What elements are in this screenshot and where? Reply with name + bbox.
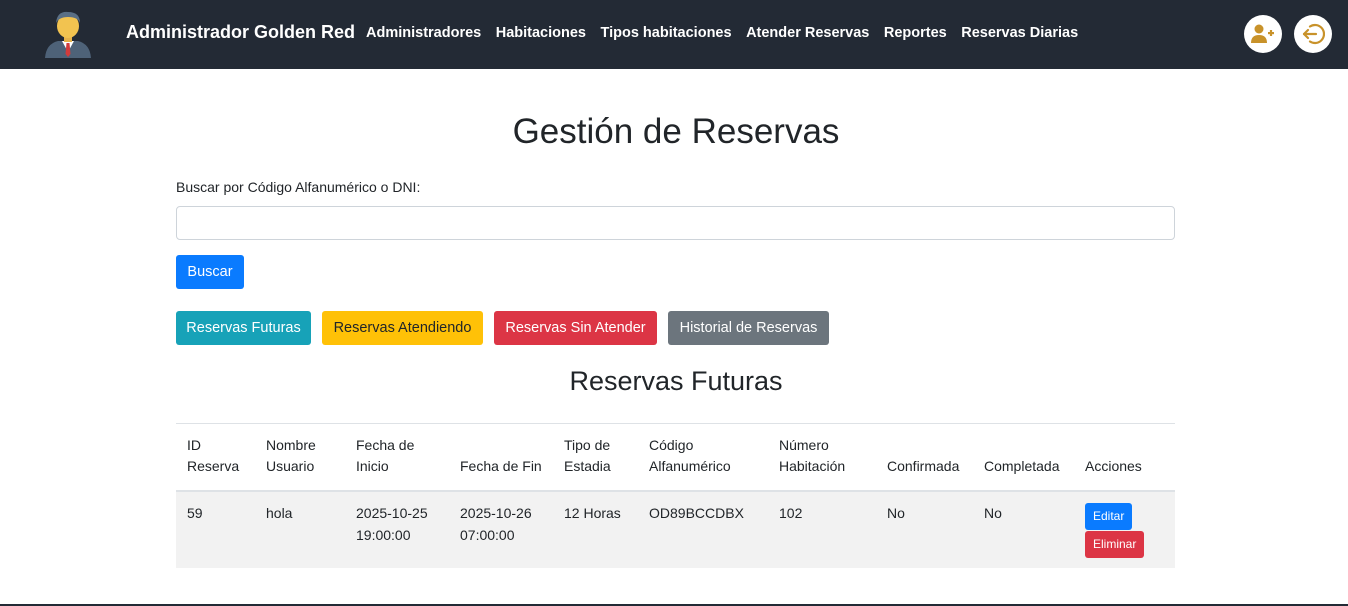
nav-link-reservas-diarias[interactable]: Reservas Diarias bbox=[961, 25, 1078, 41]
logout-button[interactable] bbox=[1294, 15, 1332, 53]
logout-icon bbox=[1302, 23, 1325, 45]
header-user: Nombre Usuario bbox=[255, 423, 345, 492]
search-input[interactable] bbox=[176, 206, 1175, 240]
cell-actions: Editar Eliminar bbox=[1074, 491, 1175, 568]
cell-stay: 12 Horas bbox=[553, 491, 638, 568]
delete-button[interactable]: Eliminar bbox=[1085, 531, 1145, 558]
header-stay: Tipo de Estadia bbox=[553, 423, 638, 492]
cell-room: 102 bbox=[768, 491, 876, 568]
header-confirmed: Confirmada bbox=[876, 423, 973, 492]
cell-start: 2025-10-25 19:00:00 bbox=[345, 491, 449, 568]
nav-links: Administradores Habitaciones Tipos habit… bbox=[366, 25, 1093, 41]
search-button[interactable]: Buscar bbox=[176, 255, 244, 289]
cell-end: 2025-10-26 07:00:00 bbox=[449, 491, 553, 568]
nav-link-atender-reservas[interactable]: Atender Reservas bbox=[746, 25, 869, 41]
header-completed: Completada bbox=[973, 423, 1074, 492]
reservation-history-button[interactable]: Historial de Reservas bbox=[668, 311, 829, 345]
top-navbar: Administrador Golden Red Administradores… bbox=[0, 0, 1348, 69]
edit-button[interactable]: Editar bbox=[1085, 503, 1133, 530]
nav-link-tipos-habitaciones[interactable]: Tipos habitaciones bbox=[600, 25, 731, 41]
cell-id: 59 bbox=[176, 491, 255, 568]
header-id: ID Reserva bbox=[176, 423, 255, 492]
section-title: Reservas Futuras bbox=[569, 366, 783, 396]
reservations-table: ID Reserva Nombre Usuario Fecha de Inicio F… bbox=[176, 423, 1175, 568]
table-row: 59 hola 2025-10-25 19:00:00 2025-10-26 07:… bbox=[176, 491, 1175, 568]
page-title: Gestión de Reservas bbox=[512, 112, 840, 151]
nav-link-reportes[interactable]: Reportes bbox=[884, 25, 947, 41]
reservations-table-container: ID Reserva Nombre Usuario Fecha de Inicio F… bbox=[176, 423, 1175, 568]
header-actions: Acciones bbox=[1074, 423, 1175, 492]
cell-user: hola bbox=[255, 491, 345, 568]
nav-link-habitaciones[interactable]: Habitaciones bbox=[496, 25, 586, 41]
future-reservations-button[interactable]: Reservas Futuras bbox=[176, 311, 311, 345]
header-room: Número Habitación bbox=[768, 423, 876, 492]
header-end: Fecha de Fin bbox=[449, 423, 553, 492]
brand-title[interactable]: Administrador Golden Red bbox=[126, 22, 355, 43]
search-label: Buscar por Código Alfanumérico o DNI: bbox=[176, 179, 421, 195]
header-start: Fecha de Inicio bbox=[345, 423, 449, 492]
admin-avatar-icon bbox=[42, 10, 94, 60]
add-user-icon bbox=[1251, 24, 1274, 43]
add-user-button[interactable] bbox=[1244, 15, 1282, 53]
cell-confirmed: No bbox=[876, 491, 973, 568]
header-code: Código Alfanumérico bbox=[638, 423, 768, 492]
attending-reservations-button[interactable]: Reservas Atendiendo bbox=[322, 311, 483, 345]
nav-link-administradores[interactable]: Administradores bbox=[366, 25, 481, 41]
cell-completed: No bbox=[973, 491, 1074, 568]
cell-code: OD89BCCDBX bbox=[638, 491, 768, 568]
unattended-reservations-button[interactable]: Reservas Sin Atender bbox=[494, 311, 657, 345]
table-header-row: ID Reserva Nombre Usuario Fecha de Inicio F… bbox=[176, 423, 1175, 492]
